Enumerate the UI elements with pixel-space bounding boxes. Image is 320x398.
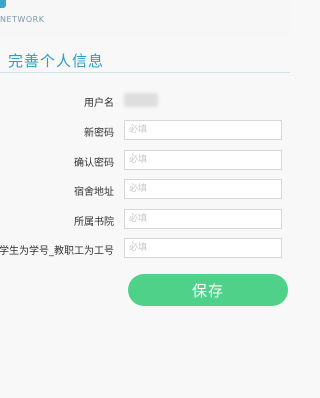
dorm-address-row: 宿舍地址 [0, 179, 290, 201]
id-number-row: 学生为学号_教职工为工号 [0, 238, 290, 260]
dorm-address-input[interactable] [124, 179, 282, 199]
confirm-password-label: 确认密码 [74, 158, 114, 169]
title-divider [0, 72, 290, 73]
username-value-blurred [124, 93, 158, 107]
new-password-label: 新密码 [84, 128, 114, 139]
username-row: 用户名 [0, 90, 290, 112]
save-button[interactable]: 保存 [128, 274, 288, 306]
dorm-address-label: 宿舍地址 [74, 187, 114, 198]
new-password-row: 新密码 [0, 120, 290, 142]
page-title: 完善个人信息 [8, 52, 105, 70]
college-row: 所属书院 [0, 209, 290, 231]
logo-icon [0, 0, 6, 8]
id-number-input[interactable] [124, 238, 282, 258]
college-input[interactable] [124, 209, 282, 229]
confirm-password-input[interactable] [124, 150, 282, 170]
top-bar: NETWORK [0, 0, 290, 36]
confirm-password-row: 确认密码 [0, 150, 290, 172]
id-number-label: 学生为学号_教职工为工号 [0, 246, 114, 257]
brand-text: NETWORK [0, 15, 45, 24]
username-label: 用户名 [84, 98, 114, 109]
college-label: 所属书院 [74, 217, 114, 228]
new-password-input[interactable] [124, 120, 282, 140]
